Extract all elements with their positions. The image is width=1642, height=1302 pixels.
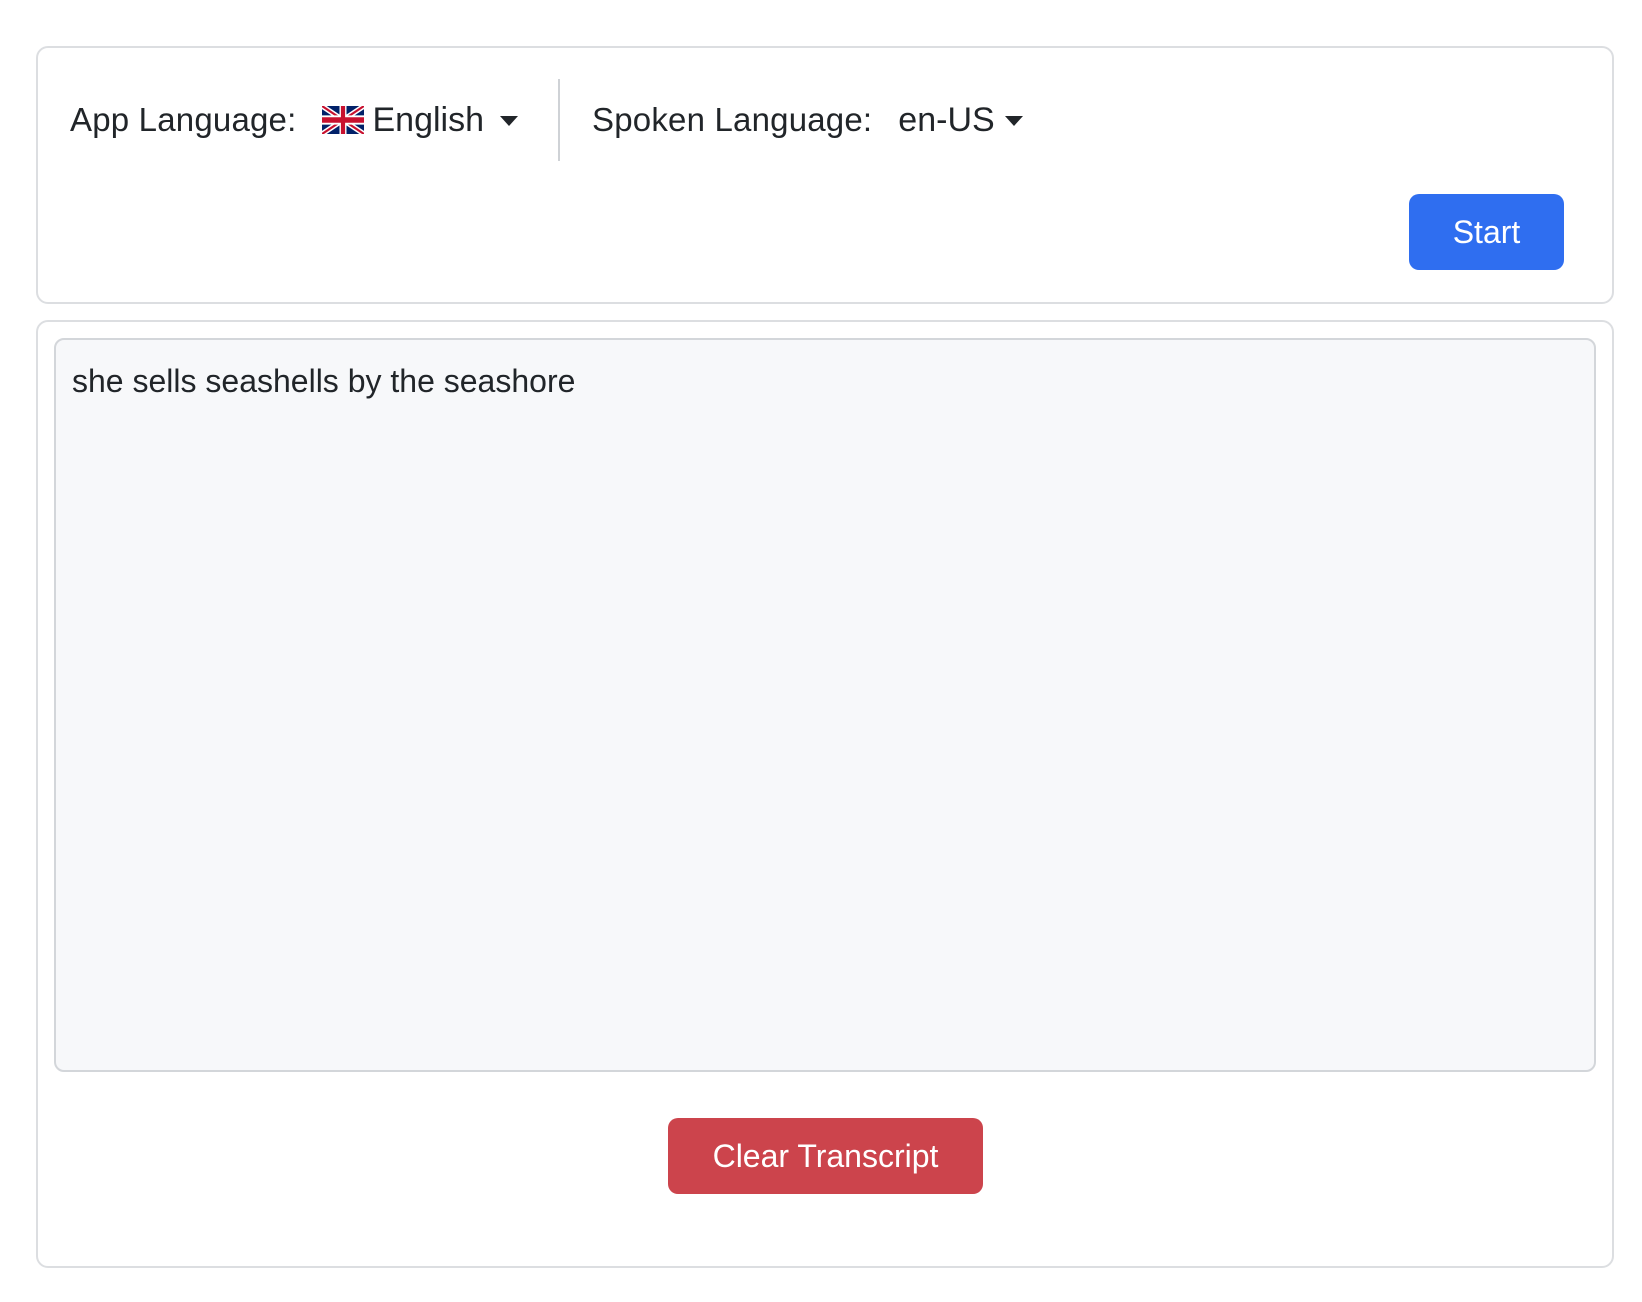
transcript-text: she sells seashells by the seashore (72, 363, 576, 399)
spoken-language-label: Spoken Language: (592, 101, 873, 138)
uk-flag-icon (322, 106, 365, 134)
chevron-down-icon (500, 116, 518, 126)
transcript-card: she sells seashells by the seashore Clea… (36, 320, 1614, 1268)
app-language-value: English (372, 100, 484, 139)
start-button[interactable]: Start (1409, 194, 1564, 270)
app-language-label: App Language: (70, 101, 297, 138)
vertical-divider (558, 79, 560, 161)
clear-transcript-button[interactable]: Clear Transcript (668, 1118, 983, 1194)
chevron-down-icon (1004, 116, 1023, 126)
controls-card: App Language: English Spoken Language: e… (36, 46, 1614, 304)
language-row: App Language: English Spoken Language: e… (70, 78, 1023, 162)
spoken-language-dropdown[interactable]: en-US (898, 100, 1023, 140)
transcript-area[interactable]: she sells seashells by the seashore (54, 338, 1596, 1072)
spoken-language-value: en-US (898, 100, 995, 139)
app-language-dropdown[interactable]: English (322, 101, 518, 140)
